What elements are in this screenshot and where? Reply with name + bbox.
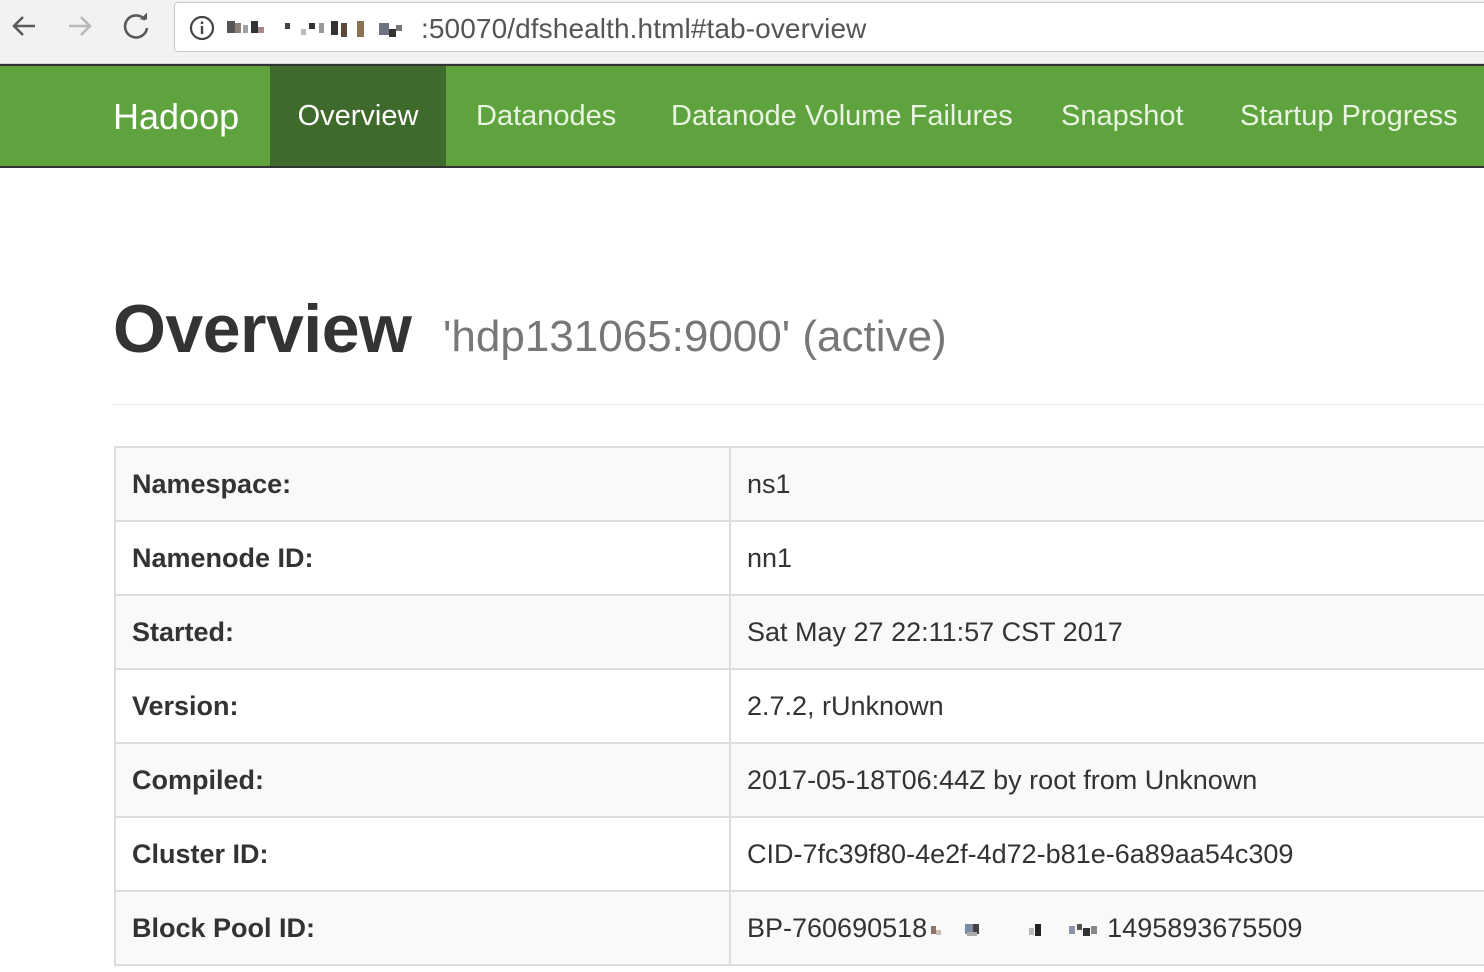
- top-navbar: Hadoop Overview Datanodes Datanode Volum…: [0, 64, 1484, 168]
- table-row: Block Pool ID: BP-760690518 149589367550…: [114, 890, 1484, 966]
- row-key: Block Pool ID:: [114, 890, 731, 966]
- page-subtitle: 'hdp131065:9000' (active): [443, 312, 947, 361]
- tab-datanode-volume-failures[interactable]: Datanode Volume Failures: [671, 66, 1013, 166]
- row-value: 2017-05-18T06:44Z by root from Unknown: [729, 742, 1484, 818]
- row-value: Sat May 27 22:11:57 CST 2017: [729, 594, 1484, 670]
- row-key: Started:: [114, 594, 731, 670]
- row-value: ns1: [729, 446, 1484, 522]
- table-row: Cluster ID: CID-7fc39f80-4e2f-4d72-b81e-…: [114, 816, 1484, 892]
- redacted-host: [227, 21, 402, 37]
- tab-overview[interactable]: Overview: [270, 66, 446, 166]
- url-text: :50070/dfshealth.html#tab-overview: [421, 13, 867, 44]
- address-bar[interactable]: :50070/dfshealth.html#tab-overview: [174, 2, 1484, 52]
- table-row: Started: Sat May 27 22:11:57 CST 2017: [114, 594, 1484, 670]
- table-row: Namespace: ns1: [114, 446, 1484, 522]
- tab-startup-progress[interactable]: Startup Progress: [1240, 66, 1458, 166]
- table-row: Version: 2.7.2, rUnknown: [114, 668, 1484, 744]
- row-value: CID-7fc39f80-4e2f-4d72-b81e-6a89aa54c309: [729, 816, 1484, 892]
- row-key: Namenode ID:: [114, 520, 731, 596]
- tab-datanodes[interactable]: Datanodes: [476, 66, 616, 166]
- row-key: Namespace:: [114, 446, 731, 522]
- row-value: BP-760690518 1495893675509: [729, 890, 1484, 966]
- table-row: Namenode ID: nn1: [114, 520, 1484, 596]
- reload-icon[interactable]: [118, 8, 154, 44]
- back-arrow-icon[interactable]: [6, 8, 42, 44]
- page-title: Overview: [113, 291, 412, 367]
- row-key: Version:: [114, 668, 731, 744]
- forward-arrow-icon[interactable]: [62, 8, 98, 44]
- overview-table: Namespace: ns1 Namenode ID: nn1 Started:…: [114, 446, 1484, 966]
- browser-toolbar: :50070/dfshealth.html#tab-overview: [0, 0, 1484, 64]
- brand-logo-text[interactable]: Hadoop: [113, 96, 239, 138]
- row-value: 2.7.2, rUnknown: [729, 668, 1484, 744]
- redacted-block-pool-segment: [931, 924, 1098, 937]
- row-value: nn1: [729, 520, 1484, 596]
- header-divider: [113, 404, 1484, 405]
- block-pool-id-prefix: BP-760690518: [747, 912, 928, 943]
- table-row: Compiled: 2017-05-18T06:44Z by root from…: [114, 742, 1484, 818]
- row-key: Compiled:: [114, 742, 731, 818]
- info-icon[interactable]: [189, 15, 215, 41]
- tab-snapshot[interactable]: Snapshot: [1061, 66, 1184, 166]
- row-key: Cluster ID:: [114, 816, 731, 892]
- block-pool-id-suffix: 1495893675509: [1107, 912, 1303, 943]
